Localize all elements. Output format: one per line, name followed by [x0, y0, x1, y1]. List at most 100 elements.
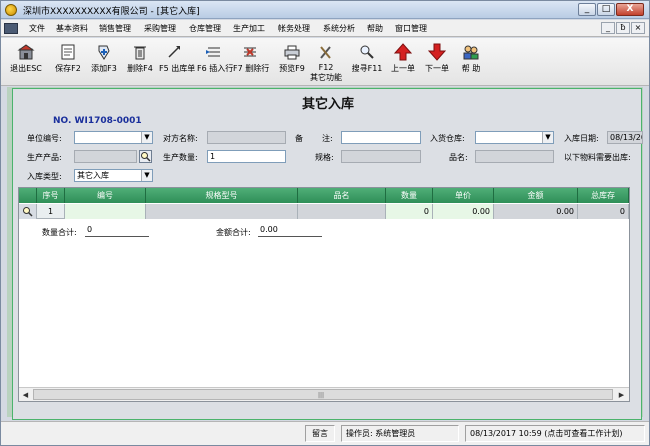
chevron-down-icon[interactable]: ▼ — [141, 170, 152, 181]
operator-info: 操作员: 系统管理员 — [341, 425, 459, 442]
mdi-child-icon[interactable] — [4, 23, 18, 34]
product-name-field — [475, 150, 554, 163]
remark-label: 注: — [322, 134, 333, 143]
cell-name — [298, 204, 386, 219]
grid-header-stock[interactable]: 总库存 — [578, 188, 629, 203]
previous-record-button[interactable]: 上一单 — [389, 40, 417, 82]
inbound-type-select[interactable]: 其它入库 ▼ — [74, 169, 153, 182]
cell-seq: 1 — [37, 204, 65, 219]
materials-hint: 以下物料需要出库: — [564, 153, 631, 162]
grid-header: 序号 编号 规格型号 品名 数量 单价 金额 总库存 — [19, 188, 629, 203]
menu-analysis[interactable]: 系统分析 — [323, 23, 355, 34]
next-record-button[interactable]: 下一单 — [423, 40, 451, 82]
save-icon — [61, 44, 75, 60]
datetime-info[interactable]: 08/13/2017 10:59 (点击可查看工作计划) — [465, 425, 645, 442]
search-icon — [141, 152, 151, 162]
grid-header-seq[interactable]: 序号 — [37, 188, 65, 203]
delete-button[interactable]: 删除F4 — [123, 40, 157, 82]
grid-header-code[interactable]: 编号 — [65, 188, 146, 203]
row-lookup-button[interactable] — [19, 204, 37, 219]
insert-row-button[interactable]: F6 插入行 — [197, 40, 233, 82]
menu-sales[interactable]: 销售管理 — [99, 23, 131, 34]
cell-qty-input[interactable]: 0 — [386, 204, 433, 219]
total-qty-value: 0 — [85, 224, 149, 237]
grid-horizontal-scrollbar[interactable]: ◀ ||| ▶ — [19, 387, 629, 401]
building-icon — [17, 44, 35, 60]
production-qty-input[interactable]: 1 — [207, 150, 286, 163]
scroll-right-icon[interactable]: ▶ — [615, 389, 628, 401]
preview-button[interactable]: 预览F9 — [275, 40, 309, 82]
app-window: 深圳市XXXXXXXXXX有限公司 - [其它入库] _ □ X 文件 基本资料… — [0, 0, 650, 446]
maximize-button[interactable]: □ — [597, 3, 615, 16]
product-label: 生产产品: — [27, 153, 62, 162]
mdi-restore-button[interactable]: ƀ — [616, 22, 630, 34]
mdi-close-button[interactable]: × — [631, 22, 645, 34]
exit-button[interactable]: 退出ESC — [9, 40, 43, 82]
inbound-type-label: 入库类型: — [27, 172, 62, 181]
total-amount-value: 0.00 — [258, 224, 322, 237]
warehouse-label: 入货仓库: — [430, 134, 465, 143]
grid-header-indicator — [19, 188, 37, 203]
spec-label: 规格: — [315, 153, 334, 162]
search-icon — [360, 45, 374, 59]
out-order-button[interactable]: F5 出库单 — [159, 40, 195, 82]
menu-help[interactable]: 帮助 — [367, 23, 383, 34]
grid-header-spec[interactable]: 规格型号 — [146, 188, 298, 203]
warehouse-select[interactable]: ▼ — [475, 131, 554, 144]
chevron-down-icon[interactable]: ▼ — [141, 132, 152, 143]
help-button[interactable]: 帮 助 — [457, 40, 485, 82]
scroll-left-icon[interactable]: ◀ — [19, 389, 32, 401]
insert-row-icon — [206, 47, 220, 57]
add-icon — [98, 45, 110, 60]
remark-input[interactable] — [341, 131, 421, 144]
close-button[interactable]: X — [616, 3, 644, 16]
trash-icon — [134, 46, 146, 60]
menu-purchase[interactable]: 采购管理 — [144, 23, 176, 34]
scrollbar-thumb[interactable]: ||| — [33, 389, 613, 400]
message-button[interactable]: 留言 — [305, 425, 335, 442]
menu-basic-data[interactable]: 基本资料 — [56, 23, 88, 34]
delete-row-button[interactable]: F7 删除行 — [233, 40, 269, 82]
grid-header-amount[interactable]: 金额 — [494, 188, 578, 203]
menu-accounting[interactable]: 帐务处理 — [278, 23, 310, 34]
inbound-date-field[interactable]: 08/13/2017 — [607, 131, 643, 144]
mdi-minimize-button[interactable]: _ — [601, 22, 615, 34]
add-button[interactable]: 添加F3 — [87, 40, 121, 82]
search-icon — [23, 207, 33, 217]
status-bar: 留言 操作员: 系统管理员 08/13/2017 10:59 (点击可查看工作计… — [1, 421, 649, 445]
save-button[interactable]: 保存F2 — [51, 40, 85, 82]
unit-no-label: 单位编号: — [27, 134, 62, 143]
grid-header-price[interactable]: 单价 — [433, 188, 494, 203]
cell-code-input[interactable] — [65, 204, 146, 219]
grid-header-qty[interactable]: 数量 — [386, 188, 433, 203]
delete-row-icon — [244, 47, 256, 57]
other-functions-button[interactable]: F12 其它功能 — [307, 40, 345, 82]
menu-window[interactable]: 窗口管理 — [395, 23, 427, 34]
table-row[interactable]: 1 0 0.00 0.00 0 — [19, 204, 629, 219]
spec-field — [341, 150, 421, 163]
cell-price-input[interactable]: 0.00 — [433, 204, 494, 219]
grid-header-name[interactable]: 品名 — [298, 188, 386, 203]
remark-label-prefix: 备 — [295, 134, 303, 143]
product-lookup-button[interactable] — [139, 150, 152, 163]
help-users-icon — [463, 45, 479, 60]
form-title: 其它入库 — [301, 97, 354, 112]
search-button[interactable]: 搜寻F11 — [349, 40, 385, 82]
product-field[interactable] — [74, 150, 137, 163]
arrow-down-icon — [428, 43, 446, 61]
product-name-label: 品名: — [449, 153, 468, 162]
title-bar: 深圳市XXXXXXXXXX有限公司 - [其它入库] _ □ X — [1, 1, 649, 19]
cell-spec — [146, 204, 298, 219]
menu-production[interactable]: 生产加工 — [233, 23, 265, 34]
production-qty-label: 生产数量: — [163, 153, 198, 162]
menu-bar: 文件 基本资料 销售管理 采购管理 仓库管理 生产加工 帐务处理 系统分析 帮助… — [1, 20, 649, 37]
other-inbound-form: 其它入库 NO. WI1708-0001 单位编号: ▼ 对方名称: 备 注: … — [12, 88, 643, 420]
out-order-icon — [168, 46, 180, 58]
menu-warehouse[interactable]: 仓库管理 — [189, 23, 221, 34]
menu-file[interactable]: 文件 — [29, 23, 45, 34]
counterpart-name-label: 对方名称: — [163, 134, 198, 143]
chevron-down-icon[interactable]: ▼ — [542, 132, 553, 143]
unit-no-select[interactable]: ▼ — [74, 131, 153, 144]
minimize-button[interactable]: _ — [578, 3, 596, 16]
arrow-up-icon — [394, 43, 412, 61]
